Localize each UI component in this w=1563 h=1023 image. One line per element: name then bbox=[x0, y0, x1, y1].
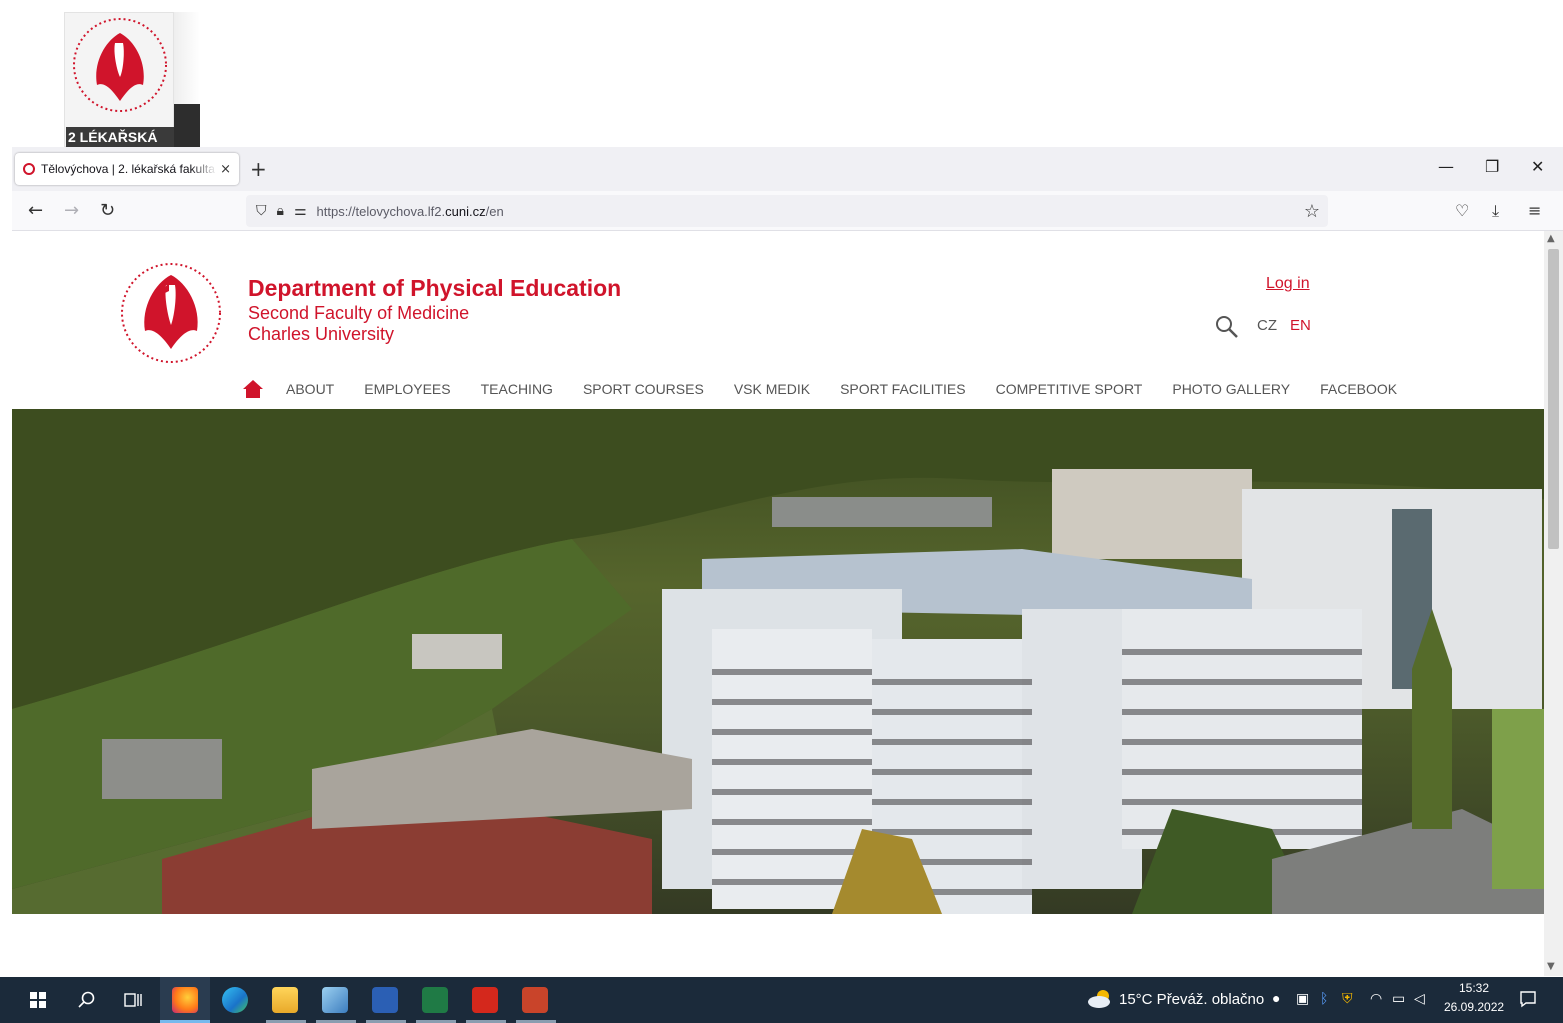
weather-cloud-icon[interactable] bbox=[1087, 989, 1113, 1009]
excel-icon[interactable] bbox=[422, 987, 448, 1013]
site-subtitle-faculty: Second Faculty of Medicine bbox=[248, 303, 470, 323]
word-icon[interactable] bbox=[372, 987, 398, 1013]
url-bar[interactable]: ⛉ 🔒︎ ⚌ https://telovychova.lf2.cuni.cz/e… bbox=[246, 195, 1328, 227]
tray-app-icon[interactable]: ▣ bbox=[1296, 990, 1309, 1007]
tab-active[interactable]: Tělovýchova | 2. lékařská fakulta × bbox=[15, 153, 239, 185]
url-text[interactable]: https://telovychova.lf2.cuni.cz/en bbox=[317, 204, 504, 219]
lock-icon[interactable]: 🔒︎ bbox=[277, 203, 284, 219]
home-icon[interactable] bbox=[242, 379, 264, 399]
search-icon[interactable] bbox=[1215, 315, 1239, 339]
menu-item-facebook[interactable]: FACEBOOK bbox=[1320, 381, 1397, 397]
page-scrollbar[interactable]: ▲ ▼ bbox=[1544, 231, 1563, 976]
menu-item-photo-gallery[interactable]: PHOTO GALLERY bbox=[1172, 381, 1290, 397]
favicon-icon bbox=[23, 163, 35, 175]
desktop-background: 2 LÉKAŘSKÁ bbox=[0, 0, 1563, 147]
menu-item-teaching[interactable]: TEACHING bbox=[481, 381, 553, 397]
bookmark-star-icon[interactable]: ☆ bbox=[1304, 201, 1320, 222]
menu-item-about[interactable]: ABOUT bbox=[286, 381, 334, 397]
site-title[interactable]: Department of Physical Education bbox=[248, 275, 621, 302]
volume-icon[interactable]: ◁ bbox=[1414, 990, 1425, 1007]
restore-button[interactable]: ❐ bbox=[1485, 157, 1499, 176]
desktop-shortcut-2lf[interactable]: 2 LÉKAŘSKÁ bbox=[64, 12, 200, 147]
tab-close-icon[interactable]: × bbox=[220, 162, 231, 177]
permissions-icon[interactable]: ⚌ bbox=[294, 203, 307, 219]
powerpoint-icon[interactable] bbox=[522, 987, 548, 1013]
clock-time[interactable]: 15:32 bbox=[1459, 981, 1489, 995]
battery-icon[interactable]: ▭ bbox=[1392, 990, 1405, 1007]
security-icon[interactable]: ⛨ bbox=[1342, 990, 1353, 1007]
menu-item-employees[interactable]: EMPLOYEES bbox=[364, 381, 450, 397]
acrobat-icon[interactable] bbox=[472, 987, 498, 1013]
firefox-icon[interactable] bbox=[172, 987, 198, 1013]
browser-window: Tělovýchova | 2. lékařská fakulta × + — … bbox=[12, 147, 1563, 976]
windows-start-icon[interactable] bbox=[30, 992, 46, 1008]
back-arrow-icon[interactable]: ← bbox=[28, 199, 43, 223]
menu-item-sport-facilities[interactable]: SPORT FACILITIES bbox=[840, 381, 966, 397]
language-cz-link[interactable]: CZ bbox=[1257, 317, 1277, 334]
weather-text[interactable]: 15°C Převáž. oblačno bbox=[1119, 991, 1264, 1008]
file-explorer-icon[interactable] bbox=[272, 987, 298, 1013]
main-menu: ABOUT EMPLOYEES TEACHING SPORT COURSES V… bbox=[242, 377, 1427, 401]
desktop-shortcut-preview-dark bbox=[174, 104, 200, 147]
web-page: Department of Physical Education Second … bbox=[12, 231, 1544, 976]
hero-photo bbox=[12, 409, 1544, 914]
new-tab-button[interactable]: + bbox=[250, 157, 267, 181]
site-subtitle-university: Charles University bbox=[248, 324, 395, 344]
scroll-up-icon[interactable]: ▲ bbox=[1547, 233, 1555, 244]
desktop-shortcut-label: 2 LÉKAŘSKÁ bbox=[66, 127, 174, 147]
menu-item-sport-courses[interactable]: SPORT COURSES bbox=[583, 381, 704, 397]
reload-icon[interactable]: ↻ bbox=[100, 199, 115, 223]
login-link[interactable]: Log in bbox=[1266, 275, 1310, 293]
shield-icon[interactable]: ⛉ bbox=[256, 203, 267, 219]
forward-arrow-icon[interactable]: → bbox=[64, 199, 79, 223]
windows-taskbar: 15°C Převáž. oblačno ● ▣ ᛒ ⛨ ◠ ▭ ◁ 15:32… bbox=[0, 977, 1563, 1023]
desktop-shortcut-preview bbox=[174, 12, 200, 104]
edge-icon[interactable] bbox=[222, 987, 248, 1013]
menu-item-competitive-sport[interactable]: COMPETITIVE SPORT bbox=[996, 381, 1143, 397]
wifi-icon[interactable]: ◠ bbox=[1370, 990, 1382, 1007]
tab-title: Tělovýchova | 2. lékařská fakulta bbox=[41, 162, 215, 176]
notifications-icon[interactable] bbox=[1519, 990, 1537, 1008]
taskbar-search-icon[interactable] bbox=[78, 991, 96, 1009]
language-en-link[interactable]: EN bbox=[1290, 317, 1311, 334]
scroll-down-icon[interactable]: ▼ bbox=[1547, 961, 1555, 972]
task-view-icon[interactable] bbox=[124, 991, 142, 1009]
pelican-logo-icon bbox=[73, 18, 167, 112]
tab-bar: Tělovýchova | 2. lékařská fakulta × + — … bbox=[12, 147, 1563, 191]
menu-item-vsk-medik[interactable]: VSK MEDIK bbox=[734, 381, 810, 397]
hero-image-campus-aerial bbox=[12, 409, 1544, 914]
scrollbar-thumb[interactable] bbox=[1548, 249, 1559, 549]
minimize-button[interactable]: — bbox=[1438, 157, 1454, 176]
tray-b-icon[interactable]: ● bbox=[1272, 990, 1280, 1006]
pocket-icon[interactable]: ♡ bbox=[1455, 199, 1469, 223]
menu-hamburger-icon[interactable]: ≡ bbox=[1528, 199, 1541, 223]
site-logo-pelican-icon[interactable] bbox=[119, 261, 223, 365]
downloads-icon[interactable]: ⤓ bbox=[1492, 199, 1499, 223]
navigation-toolbar: ← → ↻ ⛉ 🔒︎ ⚌ https://telovychova.lf2.cun… bbox=[12, 191, 1563, 231]
close-window-button[interactable]: ✕ bbox=[1531, 157, 1544, 176]
bluetooth-icon[interactable]: ᛒ bbox=[1320, 990, 1328, 1006]
app-icon[interactable] bbox=[322, 987, 348, 1013]
clock-date[interactable]: 26.09.2022 bbox=[1444, 1000, 1504, 1014]
